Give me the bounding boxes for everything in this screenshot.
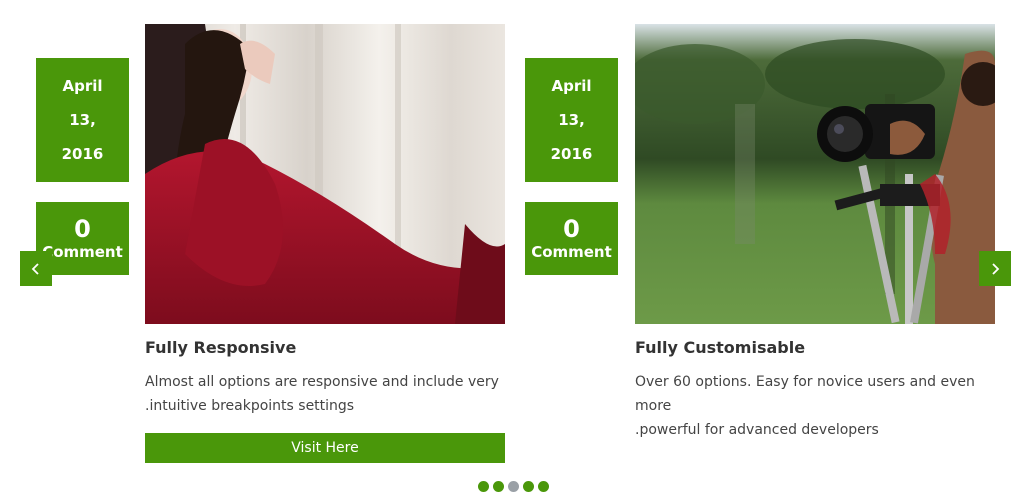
card-description-line: Almost all options are responsive and in… bbox=[145, 374, 499, 390]
slide-image-photographer-camera[interactable] bbox=[635, 24, 995, 324]
card-title[interactable]: Fully Customisable bbox=[635, 338, 805, 357]
pagination-dot[interactable] bbox=[523, 481, 534, 492]
card-description-line: .powerful for advanced developers bbox=[635, 422, 879, 438]
next-slide-button[interactable] bbox=[979, 251, 1011, 286]
comment-box[interactable]: 0 Comment bbox=[525, 202, 618, 275]
date-month: April bbox=[551, 77, 592, 95]
prev-slide-button[interactable] bbox=[20, 251, 52, 286]
card-description: Over 60 options. Easy for novice users a… bbox=[635, 370, 1000, 442]
pagination-dot[interactable] bbox=[478, 481, 489, 492]
comment-count: 0 bbox=[563, 214, 580, 243]
date-box: April 13, 2016 bbox=[525, 58, 618, 182]
chevron-right-icon bbox=[992, 262, 1000, 275]
pagination-dot[interactable] bbox=[493, 481, 504, 492]
date-month: April bbox=[62, 77, 103, 95]
pagination-dot[interactable] bbox=[508, 481, 519, 492]
date-year: 2016 bbox=[61, 145, 104, 163]
date-day: 13, bbox=[558, 111, 585, 129]
comment-label: Comment bbox=[42, 242, 123, 261]
card-title[interactable]: Fully Responsive bbox=[145, 338, 296, 357]
pagination-dot[interactable] bbox=[538, 481, 549, 492]
card-description-line: .intuitive breakpoints settings bbox=[145, 398, 355, 414]
date-box: April 13, 2016 bbox=[36, 58, 129, 182]
date-year: 2016 bbox=[550, 145, 593, 163]
pagination-dots bbox=[478, 481, 549, 492]
card-description-line: Over 60 options. Easy for novice users a… bbox=[635, 374, 975, 414]
chevron-left-icon bbox=[31, 262, 39, 275]
comment-count: 0 bbox=[74, 214, 91, 243]
visit-here-button[interactable]: Visit Here bbox=[145, 433, 505, 463]
date-day: 13, bbox=[69, 111, 96, 129]
card-description: Almost all options are responsive and in… bbox=[145, 370, 510, 418]
slide-image-woman-red-dress[interactable] bbox=[145, 24, 505, 324]
comment-label: Comment bbox=[531, 242, 612, 261]
